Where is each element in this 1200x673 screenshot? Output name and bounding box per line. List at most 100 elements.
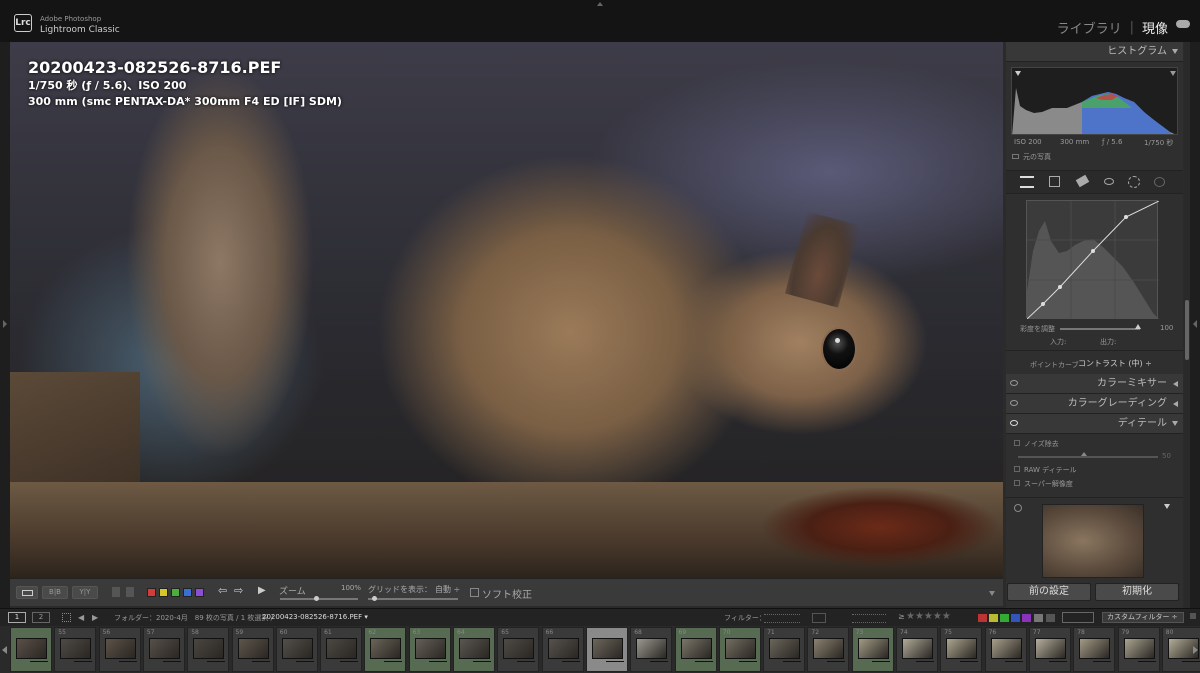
filmstrip-cell[interactable]: 63 [408,627,451,672]
zoom-slider-knob[interactable] [314,596,319,601]
left-panel-toggle-icon[interactable] [3,320,7,328]
selected-file-name[interactable]: 20200423-082526-8716.PEF ▾ [262,613,368,621]
super-resolution-checkbox[interactable] [1014,480,1020,486]
filmstrip-cell[interactable]: 79 [1117,627,1160,672]
edited-filter-icon[interactable] [812,613,826,623]
filmstrip-cell[interactable]: 74 [896,627,938,672]
filmstrip-cell[interactable]: 62 [364,627,407,672]
color-mixer-header[interactable]: カラーミキサー [1006,374,1183,394]
saturation-slider-knob[interactable] [1135,324,1141,329]
filmstrip-cell[interactable] [10,627,52,672]
filmstrip-forward-icon[interactable]: ▶ [92,613,98,622]
filter-blue-swatch[interactable] [1011,614,1020,622]
detail-preview[interactable] [1042,504,1144,578]
filmstrip-cell[interactable]: 78 [1073,627,1116,672]
detail-header[interactable]: ディテール [1006,414,1183,434]
reset-button[interactable]: 初期化 [1095,583,1179,601]
module-develop[interactable]: 現像 [1142,18,1168,37]
filmstrip-cell[interactable]: 58 [187,627,230,672]
filmstrip-cell[interactable]: 57 [142,627,185,672]
filter-mode-icons[interactable] [1062,612,1094,623]
flag-pick-icon[interactable] [112,587,120,597]
label-green-swatch[interactable] [171,588,180,597]
custom-filter-select[interactable]: カスタムフィルター ÷ [1102,612,1184,623]
filmstrip-cell[interactable]: 77 [1028,627,1071,672]
curve-point[interactable] [1041,302,1045,306]
filmstrip-cell[interactable]: 60 [275,627,318,672]
shadow-clip-icon[interactable] [1015,71,1021,76]
filmstrip-cell[interactable]: 64 [453,627,495,672]
soft-proof-checkbox[interactable] [470,588,479,597]
detail-slider-track[interactable] [1018,456,1158,458]
loupe-view[interactable] [10,42,1003,578]
noise-reduction-checkbox[interactable] [1014,440,1020,446]
masking-icon[interactable] [1128,176,1140,188]
toolbar-content-dropdown-icon[interactable] [989,591,995,596]
previous-settings-button[interactable]: 前の設定 [1007,583,1091,601]
filmstrip-cell[interactable]: 67 [585,627,628,672]
right-panel-toggle-icon[interactable] [1193,320,1197,328]
red-eye-icon[interactable] [1104,178,1114,185]
curve-point[interactable] [1058,285,1062,289]
detail-preview-toggle-icon[interactable] [1164,504,1170,509]
filter-yellow-swatch[interactable] [989,614,998,622]
curve-point[interactable] [1124,215,1128,219]
filmstrip-cell[interactable]: 73 [851,627,894,672]
tone-curve-graph[interactable] [1026,200,1160,320]
flag-filter-icons[interactable] [764,614,800,623]
histogram[interactable] [1011,67,1178,135]
raw-detail-checkbox[interactable] [1014,466,1020,472]
grid-overlay-select[interactable]: 自動 ÷ [435,584,460,595]
filmstrip-cell[interactable]: 71 [763,627,806,672]
reset-tool-icon[interactable] [1154,177,1165,187]
edit-sliders-icon[interactable] [1020,176,1034,188]
target-adjust-icon[interactable] [1014,504,1022,512]
prev-photo-icon[interactable]: ⇦ [218,584,227,597]
filmstrip-cell[interactable]: 55 [54,627,97,672]
filmstrip-cell[interactable]: 56 [98,627,141,672]
filmstrip-cell[interactable]: 65 [497,627,540,672]
filter-purple-swatch[interactable] [1022,614,1031,622]
filmstrip-scroll-left-icon[interactable] [2,646,7,654]
label-yellow-swatch[interactable] [159,588,168,597]
module-library[interactable]: ライブラリ [1057,18,1122,37]
grid-slider-knob[interactable] [372,596,377,601]
point-curve-select[interactable]: コントラスト (中) ÷ [1078,358,1152,371]
rating-filter-stars[interactable]: ★★★★★ [906,611,951,622]
filmstrip[interactable]: 55 56 57 58 59 60 61 62 63 64 65 66 67 68 69 70 71 72 73 74… [0,626,1200,673]
before-after-lr-button[interactable]: B|B [42,586,68,599]
filter-green-swatch[interactable] [1000,614,1009,622]
label-red-swatch[interactable] [147,588,156,597]
flag-reject-icon[interactable] [126,587,134,597]
kind-filter-icons[interactable] [852,614,886,623]
label-purple-swatch[interactable] [195,588,204,597]
before-after-tb-button[interactable]: Y|Y [72,586,98,599]
healing-icon[interactable] [1075,174,1090,188]
filmstrip-cell[interactable]: 75 [940,627,983,672]
crop-icon[interactable] [1049,176,1060,187]
color-grading-header[interactable]: カラーグレーディング [1006,394,1183,414]
filmstrip-back-icon[interactable]: ◀ [78,613,84,622]
grid-view-icon[interactable] [62,613,71,622]
detail-slider-knob[interactable] [1081,452,1087,456]
rating-operator[interactable]: ≥ [898,612,905,621]
filmstrip-cell[interactable]: 59 [231,627,274,672]
right-panel-scroll-thumb[interactable] [1185,300,1189,360]
filter-none-swatch[interactable] [1046,614,1055,622]
filter-lock-icon[interactable] [1190,613,1196,619]
label-blue-swatch[interactable] [183,588,192,597]
eye-icon[interactable] [1010,380,1018,386]
filmstrip-cell[interactable]: 61 [320,627,363,672]
eye-icon[interactable] [1010,420,1018,426]
filmstrip-scroll-right-icon[interactable] [1193,646,1198,654]
grid-slider-track[interactable] [368,598,458,600]
filmstrip-cell[interactable]: 72 [807,627,850,672]
histogram-header[interactable]: ヒストグラム [1006,42,1183,62]
cloud-icon[interactable] [1176,20,1190,28]
filmstrip-cell[interactable]: 76 [984,627,1027,672]
curve-point[interactable] [1091,249,1095,253]
loupe-view-button[interactable] [16,586,38,599]
filmstrip-cell[interactable]: 66 [541,627,584,672]
highlight-clip-icon[interactable] [1170,71,1176,76]
filmstrip-cell[interactable]: 68 [630,627,673,672]
